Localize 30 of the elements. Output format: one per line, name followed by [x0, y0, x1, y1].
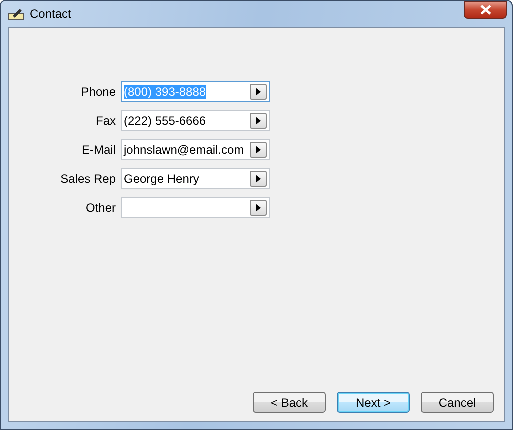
- card-pen-icon: [8, 8, 24, 20]
- play-arrow-icon: [256, 88, 261, 96]
- field-value: (222) 555-6666: [124, 114, 208, 128]
- input-field[interactable]: [121, 197, 270, 218]
- close-icon: [480, 5, 492, 15]
- field-label: Other: [84, 200, 116, 214]
- input-field[interactable]: johnslawn@email.com: [121, 139, 270, 160]
- field-label: E-Mail: [80, 142, 116, 156]
- arrow-button[interactable]: [250, 112, 267, 128]
- field-value: (800) 393-8888: [124, 84, 206, 98]
- arrow-button[interactable]: [250, 200, 267, 216]
- play-arrow-icon: [256, 116, 261, 124]
- close-button[interactable]: [464, 1, 507, 19]
- play-arrow-icon: [256, 204, 261, 212]
- dialog-button[interactable]: Cancel: [421, 392, 494, 413]
- arrow-button[interactable]: [250, 84, 267, 100]
- play-arrow-icon: [256, 146, 261, 154]
- input-field[interactable]: (222) 555-6666: [121, 110, 270, 131]
- arrow-button[interactable]: [250, 142, 267, 158]
- field-value: George Henry: [124, 172, 200, 186]
- field-label: Fax: [94, 114, 116, 128]
- input-field[interactable]: George Henry: [121, 168, 270, 189]
- field-label: Sales Rep: [60, 172, 116, 186]
- field-label: Phone: [80, 84, 116, 98]
- play-arrow-icon: [256, 174, 261, 182]
- dialog-button[interactable]: Next >: [337, 392, 410, 413]
- arrow-button[interactable]: [250, 170, 267, 186]
- field-value: johnslawn@email.com: [124, 142, 246, 156]
- dialog-button[interactable]: < Back: [253, 392, 326, 413]
- window-title: Contact: [30, 7, 72, 21]
